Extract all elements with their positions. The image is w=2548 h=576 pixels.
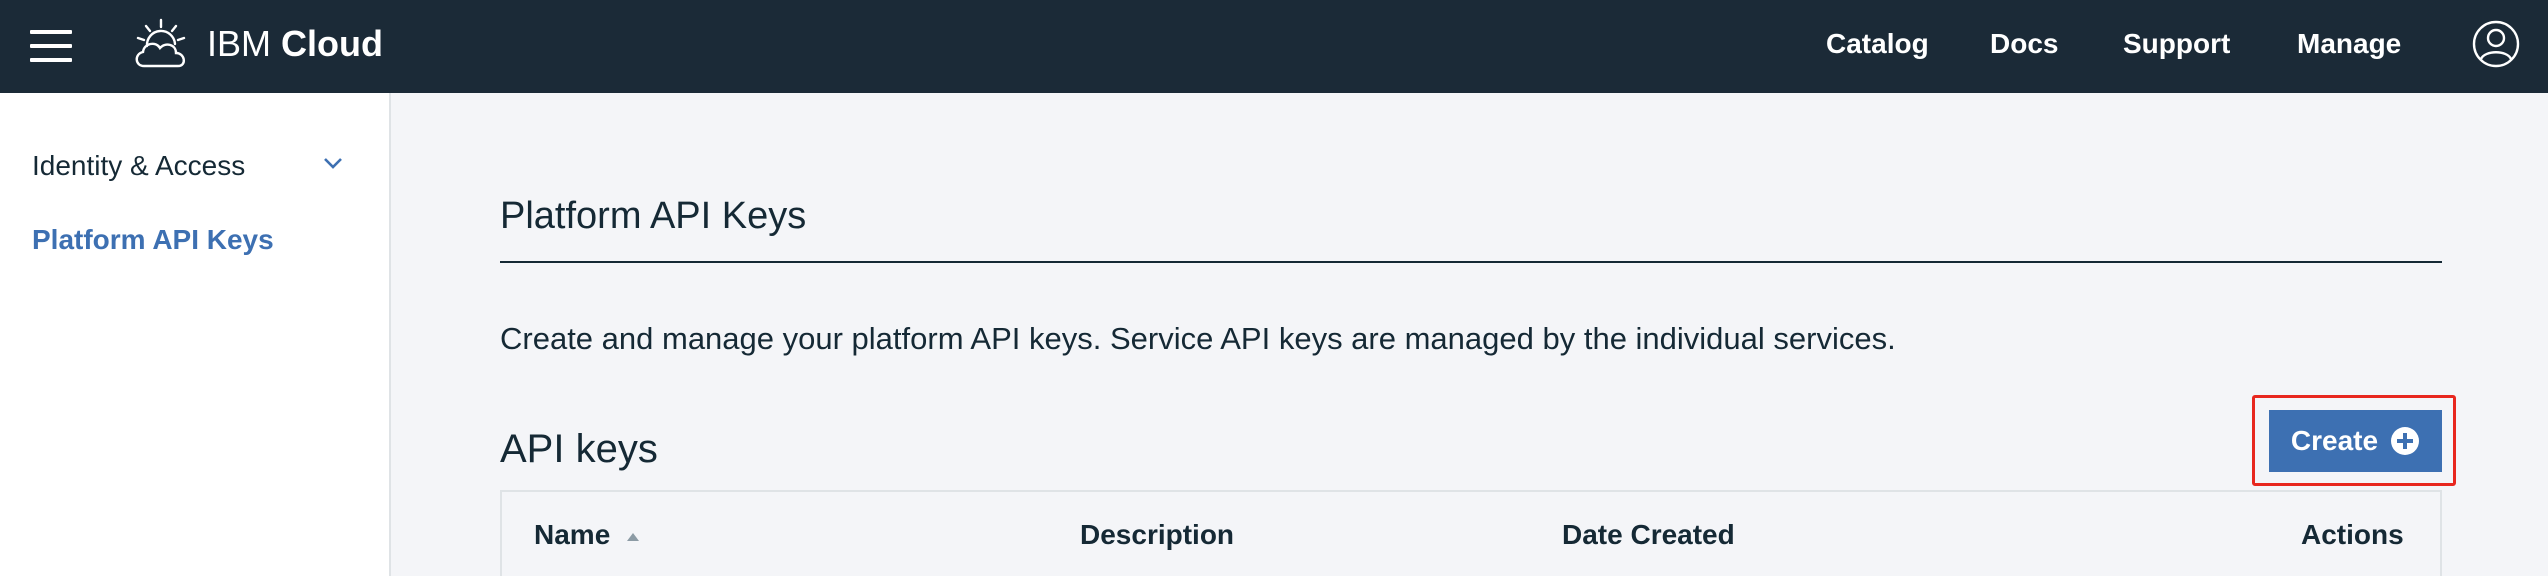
sidebar-item-platform-api-keys[interactable]: Platform API Keys [32, 222, 274, 258]
column-header-date-created: Date Created [1562, 519, 1735, 550]
nav-docs[interactable]: Docs [1990, 26, 2058, 62]
section-title-api-keys: API keys [500, 427, 658, 471]
create-button-label: Create [2290, 425, 2379, 456]
hamburger-icon[interactable] [30, 30, 72, 62]
brand-name[interactable]: IBM Cloud [207, 22, 383, 66]
title-divider [500, 261, 2442, 263]
page-title: Platform API Keys [500, 195, 807, 237]
user-avatar-icon[interactable] [2472, 20, 2520, 68]
plus-circle-icon [2391, 427, 2420, 455]
nav-support[interactable]: Support [2123, 26, 2230, 62]
sort-ascending-icon[interactable] [626, 532, 640, 542]
api-keys-table-header: Name Description Date Created Actions [500, 490, 2442, 576]
create-button[interactable]: Create [2269, 410, 2442, 472]
column-name-label: Name [534, 519, 611, 550]
brand-light: IBM [207, 23, 282, 64]
column-header-name[interactable]: Name [534, 517, 640, 553]
nav-catalog[interactable]: Catalog [1826, 26, 1929, 62]
sidebar-item-identity-access[interactable]: Identity & Access [32, 148, 245, 184]
column-header-actions: Actions [2301, 519, 2404, 550]
nav-manage[interactable]: Manage [2297, 26, 2401, 62]
page-description: Create and manage your platform API keys… [500, 321, 1896, 356]
chevron-down-icon[interactable] [322, 156, 344, 170]
brand-bold: Cloud [281, 23, 383, 64]
cloud-sun-icon[interactable] [130, 16, 192, 74]
top-nav-bar: IBM Cloud Catalog Docs Support Manage [0, 0, 2548, 93]
column-header-description: Description [1080, 519, 1235, 550]
